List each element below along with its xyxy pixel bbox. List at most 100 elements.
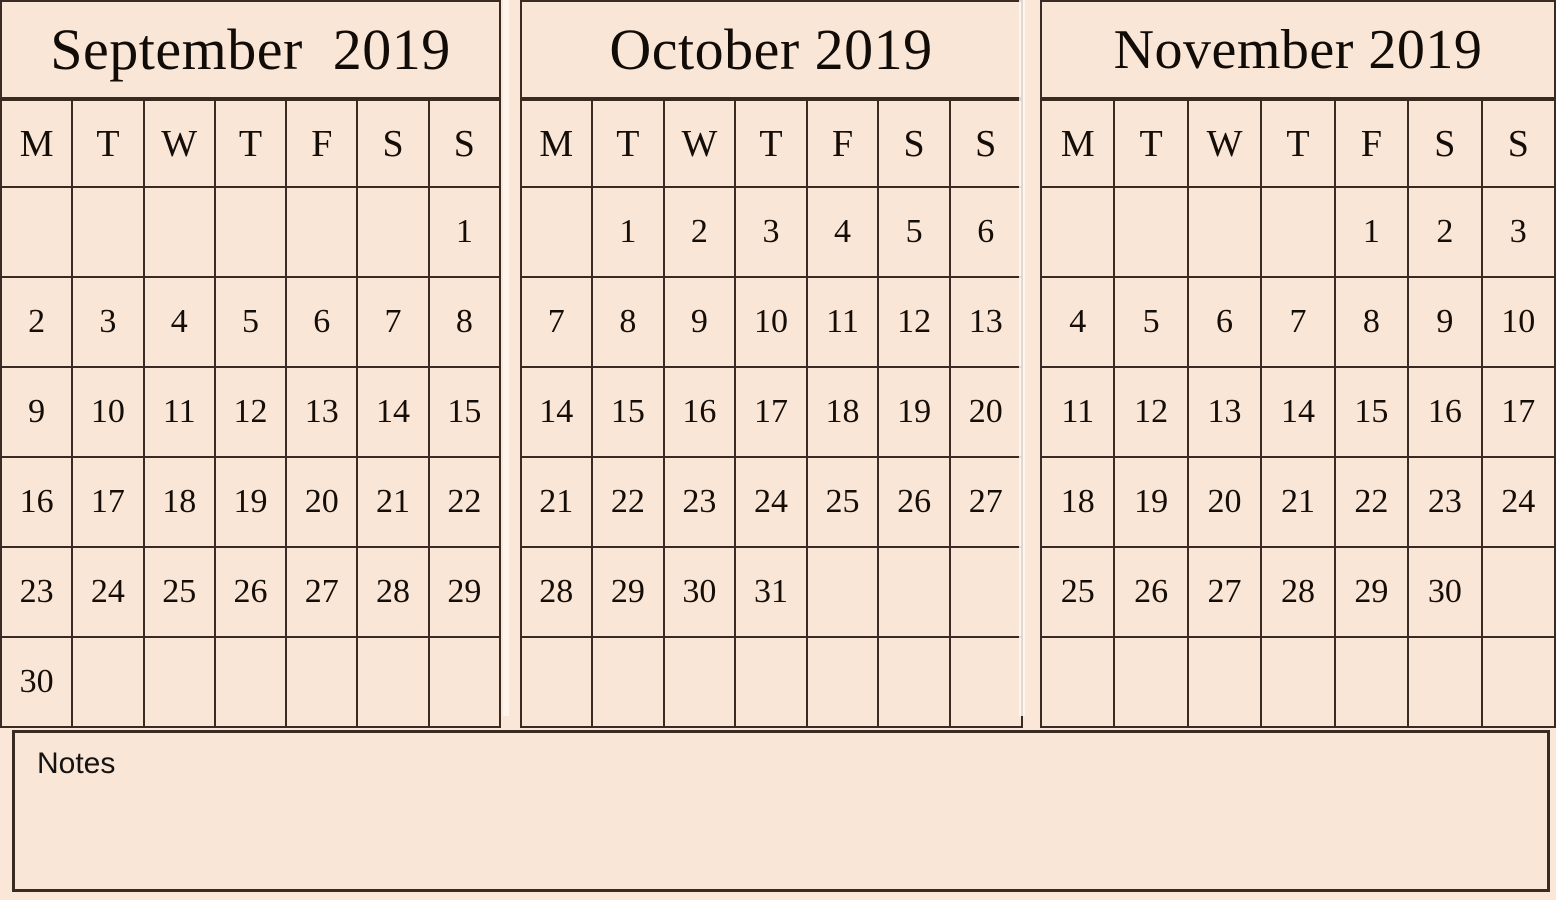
day-cell[interactable] [1113, 636, 1189, 728]
day-cell[interactable]: 7 [1260, 276, 1336, 368]
day-cell[interactable]: 25 [805, 456, 880, 548]
day-cell[interactable]: 5 [1113, 276, 1189, 368]
day-cell[interactable] [734, 636, 808, 728]
day-cell[interactable]: 19 [1113, 456, 1189, 548]
day-cell[interactable]: 27 [1186, 546, 1263, 638]
day-cell[interactable]: 20 [1186, 456, 1263, 548]
day-cell[interactable]: 13 [948, 276, 1023, 368]
day-cell[interactable]: 16 [662, 366, 737, 458]
day-cell[interactable]: 15 [1333, 366, 1410, 458]
day-cell[interactable] [877, 546, 951, 638]
day-cell[interactable]: 14 [1260, 366, 1336, 458]
day-cell[interactable] [213, 636, 288, 728]
day-cell[interactable]: 25 [1039, 546, 1116, 638]
day-cell[interactable]: 19 [877, 366, 951, 458]
day-cell[interactable]: 10 [734, 276, 808, 368]
day-cell[interactable]: 26 [213, 546, 288, 638]
day-cell[interactable] [805, 636, 880, 728]
day-cell[interactable]: 30 [1407, 546, 1483, 638]
day-cell[interactable]: 13 [1186, 366, 1263, 458]
day-cell[interactable] [877, 636, 951, 728]
day-cell[interactable] [142, 636, 216, 728]
day-cell[interactable]: 7 [356, 276, 430, 368]
day-cell[interactable]: 18 [1039, 456, 1116, 548]
day-cell[interactable] [1407, 636, 1483, 728]
day-cell[interactable]: 2 [0, 276, 74, 368]
day-cell[interactable] [285, 186, 359, 278]
day-cell[interactable]: 23 [662, 456, 737, 548]
day-cell[interactable]: 8 [427, 276, 502, 368]
day-cell[interactable]: 30 [0, 636, 74, 728]
day-cell[interactable]: 22 [1333, 456, 1410, 548]
day-cell[interactable]: 11 [805, 276, 880, 368]
day-cell[interactable] [662, 636, 737, 728]
day-cell[interactable]: 23 [0, 546, 74, 638]
day-cell[interactable]: 29 [1333, 546, 1410, 638]
day-cell[interactable]: 13 [285, 366, 359, 458]
day-cell[interactable]: 17 [71, 456, 145, 548]
notes-box[interactable]: Notes [12, 730, 1550, 892]
day-cell[interactable]: 22 [427, 456, 502, 548]
day-cell[interactable]: 12 [877, 276, 951, 368]
day-cell[interactable] [356, 186, 430, 278]
day-cell[interactable]: 16 [0, 456, 74, 548]
day-cell[interactable]: 7 [519, 276, 594, 368]
day-cell[interactable] [71, 186, 145, 278]
day-cell[interactable] [1039, 186, 1116, 278]
day-cell[interactable] [519, 186, 594, 278]
day-cell[interactable] [0, 186, 74, 278]
day-cell[interactable]: 27 [285, 546, 359, 638]
day-cell[interactable]: 30 [662, 546, 737, 638]
day-cell[interactable]: 21 [519, 456, 594, 548]
day-cell[interactable]: 3 [734, 186, 808, 278]
day-cell[interactable]: 10 [71, 366, 145, 458]
day-cell[interactable] [519, 636, 594, 728]
day-cell[interactable]: 8 [1333, 276, 1410, 368]
day-cell[interactable] [1260, 636, 1336, 728]
day-cell[interactable]: 23 [1407, 456, 1483, 548]
day-cell[interactable]: 24 [734, 456, 808, 548]
day-cell[interactable]: 20 [948, 366, 1023, 458]
day-cell[interactable]: 9 [0, 366, 74, 458]
day-cell[interactable] [213, 186, 288, 278]
day-cell[interactable]: 10 [1480, 276, 1556, 368]
day-cell[interactable]: 4 [1039, 276, 1116, 368]
day-cell[interactable]: 29 [427, 546, 502, 638]
day-cell[interactable] [1186, 636, 1263, 728]
day-cell[interactable]: 1 [427, 186, 502, 278]
day-cell[interactable]: 18 [142, 456, 216, 548]
day-cell[interactable]: 15 [427, 366, 502, 458]
day-cell[interactable]: 20 [285, 456, 359, 548]
day-cell[interactable]: 25 [142, 546, 216, 638]
day-cell[interactable]: 9 [662, 276, 737, 368]
day-cell[interactable]: 2 [1407, 186, 1483, 278]
day-cell[interactable]: 21 [1260, 456, 1336, 548]
day-cell[interactable]: 24 [71, 546, 145, 638]
day-cell[interactable]: 4 [805, 186, 880, 278]
day-cell[interactable] [805, 546, 880, 638]
day-cell[interactable]: 31 [734, 546, 808, 638]
day-cell[interactable] [948, 546, 1023, 638]
day-cell[interactable] [948, 636, 1023, 728]
day-cell[interactable]: 28 [519, 546, 594, 638]
day-cell[interactable] [142, 186, 216, 278]
day-cell[interactable]: 8 [591, 276, 665, 368]
day-cell[interactable] [1480, 636, 1556, 728]
day-cell[interactable]: 3 [71, 276, 145, 368]
day-cell[interactable] [356, 636, 430, 728]
day-cell[interactable]: 2 [662, 186, 737, 278]
day-cell[interactable]: 14 [356, 366, 430, 458]
day-cell[interactable]: 15 [591, 366, 665, 458]
day-cell[interactable] [1039, 636, 1116, 728]
day-cell[interactable]: 24 [1480, 456, 1556, 548]
day-cell[interactable]: 17 [1480, 366, 1556, 458]
day-cell[interactable] [591, 636, 665, 728]
day-cell[interactable]: 18 [805, 366, 880, 458]
day-cell[interactable] [1260, 186, 1336, 278]
day-cell[interactable] [1186, 186, 1263, 278]
day-cell[interactable] [71, 636, 145, 728]
day-cell[interactable]: 28 [356, 546, 430, 638]
day-cell[interactable] [1480, 546, 1556, 638]
day-cell[interactable]: 1 [1333, 186, 1410, 278]
day-cell[interactable]: 21 [356, 456, 430, 548]
